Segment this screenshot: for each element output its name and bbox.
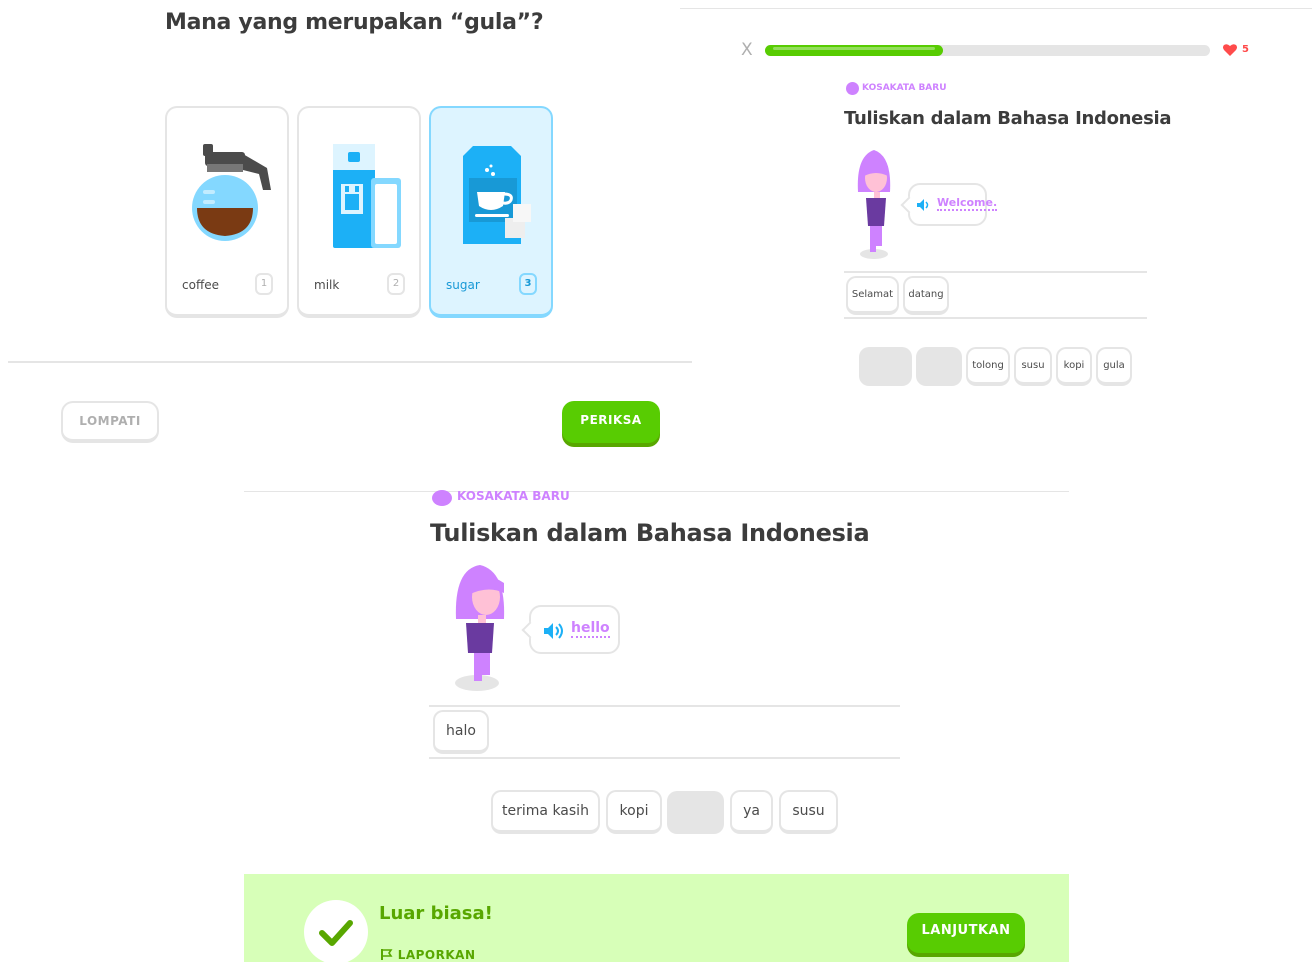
feedback-title: Luar biasa! bbox=[379, 903, 493, 924]
option-label: milk bbox=[314, 278, 340, 292]
answer-tile[interactable]: Selamat bbox=[846, 276, 899, 315]
footer-divider bbox=[8, 361, 692, 363]
speech-bubble: hello bbox=[521, 605, 620, 654]
prompt-title: Tuliskan dalam Bahasa Indonesia bbox=[430, 519, 870, 547]
word-bank-tile[interactable]: susu bbox=[779, 790, 838, 834]
answer-line-bottom bbox=[429, 757, 900, 759]
hearts-count: 5 bbox=[1242, 44, 1249, 55]
option-key-hint: 1 bbox=[255, 273, 273, 295]
checkmark-icon bbox=[319, 920, 353, 946]
option-key-hint: 3 bbox=[519, 273, 537, 295]
lesson-progress-bar bbox=[765, 45, 1210, 56]
word-bank-tile[interactable]: kopi bbox=[606, 790, 662, 834]
answer-tile[interactable]: halo bbox=[433, 710, 489, 754]
option-card-milk[interactable]: milk 2 bbox=[297, 106, 421, 318]
option-label: coffee bbox=[182, 278, 219, 292]
close-icon[interactable]: X bbox=[741, 40, 753, 60]
character-avatar bbox=[857, 150, 891, 259]
word-bank-tile[interactable]: gula bbox=[1096, 347, 1132, 386]
success-check-badge bbox=[304, 900, 368, 964]
coffee-pot-icon bbox=[192, 144, 271, 241]
sugar-bag-icon bbox=[463, 146, 531, 244]
word-bank-tile-empty bbox=[859, 347, 912, 386]
word-bank-tile[interactable]: kopi bbox=[1056, 347, 1092, 386]
word-bank-tile[interactable]: tolong bbox=[966, 347, 1010, 386]
panel-top-border bbox=[680, 8, 1312, 9]
option-key-hint: 2 bbox=[387, 273, 405, 295]
new-word-badge-icon bbox=[432, 490, 452, 506]
speech-bubble: Welcome. bbox=[900, 183, 998, 226]
speech-word[interactable]: Welcome. bbox=[937, 196, 998, 211]
continue-button[interactable]: LANJUTKAN bbox=[907, 913, 1025, 953]
answer-line-top bbox=[429, 705, 900, 707]
character-avatar bbox=[455, 565, 505, 691]
flag-icon bbox=[381, 949, 393, 960]
word-bank-tile[interactable]: susu bbox=[1014, 347, 1052, 386]
report-label[interactable]: LAPORKAN bbox=[398, 948, 476, 962]
word-bank-tile-empty bbox=[667, 791, 724, 834]
milk-carton-icon bbox=[333, 144, 401, 248]
answer-line-bottom bbox=[844, 317, 1147, 319]
heart-icon bbox=[1223, 44, 1237, 56]
speaker-icon[interactable] bbox=[916, 197, 932, 213]
prompt-title: Tuliskan dalam Bahasa Indonesia bbox=[844, 108, 1172, 129]
word-bank-tile[interactable]: terima kasih bbox=[491, 790, 600, 834]
skip-button[interactable]: LOMPATI bbox=[61, 401, 159, 443]
panel-top-border bbox=[244, 491, 1069, 492]
new-word-badge-icon bbox=[846, 82, 859, 95]
word-bank-tile-empty bbox=[916, 347, 962, 386]
word-bank-tile[interactable]: ya bbox=[730, 790, 773, 834]
check-button[interactable]: PERIKSA bbox=[562, 401, 660, 443]
report-link[interactable]: LAPORKAN bbox=[380, 948, 476, 962]
speech-word[interactable]: hello bbox=[571, 620, 610, 638]
answer-line-top bbox=[844, 271, 1147, 273]
question-title: Mana yang merupakan “gula”? bbox=[165, 10, 544, 35]
answer-tile[interactable]: datang bbox=[903, 276, 949, 315]
new-word-badge: KOSAKATA BARU bbox=[457, 489, 570, 503]
option-label: sugar bbox=[446, 278, 480, 292]
progress-shine bbox=[773, 47, 935, 50]
new-word-badge: KOSAKATA BARU bbox=[862, 83, 947, 93]
option-card-coffee[interactable]: coffee 1 bbox=[165, 106, 289, 318]
option-card-sugar[interactable]: sugar 3 bbox=[429, 106, 553, 318]
speaker-icon[interactable] bbox=[543, 621, 565, 641]
